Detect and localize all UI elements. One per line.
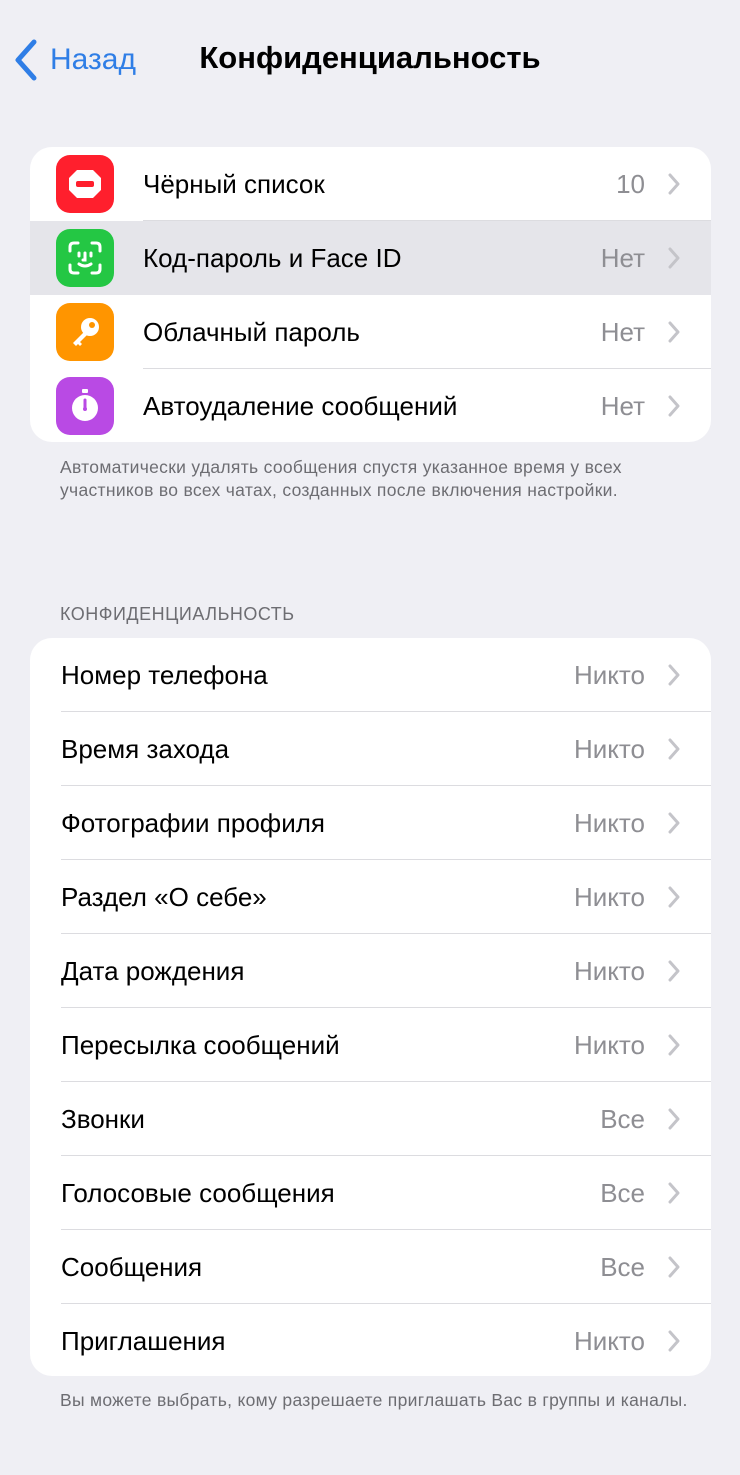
- bio-row[interactable]: Раздел «О себе» Никто: [30, 860, 711, 934]
- chevron-right-icon: [668, 1034, 680, 1056]
- row-label: Раздел «О себе»: [61, 881, 267, 912]
- row-label: Пересылка сообщений: [61, 1029, 340, 1060]
- chevron-right-icon: [668, 1108, 680, 1130]
- cloud-password-row[interactable]: Облачный пароль Нет: [30, 295, 711, 369]
- birthday-row[interactable]: Дата рождения Никто: [30, 934, 711, 1008]
- row-value: Никто: [573, 955, 645, 986]
- row-value: Никто: [573, 807, 645, 838]
- row-label: Облачный пароль: [143, 316, 360, 347]
- row-value: Нет: [600, 390, 645, 421]
- chevron-right-icon: [668, 321, 680, 343]
- invitations-row[interactable]: Приглашения Никто: [30, 1304, 711, 1376]
- row-label: Сообщения: [61, 1251, 203, 1282]
- chevron-right-icon: [668, 886, 680, 908]
- chevron-right-icon: [668, 395, 680, 417]
- navigation-bar: Назад Конфиденциальность: [0, 0, 740, 120]
- row-value: Все: [600, 1251, 645, 1282]
- forwarded-messages-row[interactable]: Пересылка сообщений Никто: [30, 1008, 711, 1082]
- key-icon: [56, 303, 114, 361]
- chevron-right-icon: [668, 247, 680, 269]
- passcode-face-id-row[interactable]: Код-пароль и Face ID Нет: [30, 221, 711, 295]
- row-label: Голосовые сообщения: [61, 1177, 335, 1208]
- row-value: Нет: [600, 316, 645, 347]
- auto-delete-row[interactable]: Автоудаление сообщений Нет: [30, 369, 711, 442]
- row-label: Фотографии профиля: [61, 807, 325, 838]
- row-value: 10: [616, 168, 645, 199]
- row-label: Номер телефона: [61, 659, 268, 690]
- blocked-list-row[interactable]: Чёрный список 10: [30, 147, 711, 221]
- chevron-right-icon: [668, 960, 680, 982]
- row-value: Все: [600, 1103, 645, 1134]
- chevron-right-icon: [668, 1256, 680, 1278]
- row-label: Дата рождения: [61, 955, 245, 986]
- chevron-right-icon: [668, 1182, 680, 1204]
- chevron-right-icon: [668, 1330, 680, 1352]
- row-label: Код-пароль и Face ID: [143, 242, 402, 273]
- privacy-group: Номер телефона Никто Время захода Никто …: [30, 638, 711, 1376]
- row-value: Никто: [573, 1325, 645, 1356]
- row-label: Приглашения: [61, 1325, 226, 1356]
- row-value: Никто: [573, 1029, 645, 1060]
- chevron-right-icon: [668, 738, 680, 760]
- phone-number-row[interactable]: Номер телефона Никто: [30, 638, 711, 712]
- security-group: Чёрный список 10 Код-пароль и Face ID Не…: [30, 147, 711, 442]
- face-id-icon: [56, 229, 114, 287]
- invitations-footer: Вы можете выбрать, кому разрешаете пригл…: [60, 1390, 688, 1410]
- privacy-section-header: КОНФИДЕНЦИАЛЬНОСТЬ: [60, 604, 295, 624]
- row-label: Автоудаление сообщений: [143, 390, 458, 421]
- row-label: Время захода: [61, 733, 230, 764]
- voice-messages-row[interactable]: Голосовые сообщения Все: [30, 1156, 711, 1230]
- row-value: Никто: [573, 659, 645, 690]
- timer-icon: [56, 377, 114, 435]
- row-label: Чёрный список: [143, 168, 325, 199]
- profile-photos-row[interactable]: Фотографии профиля Никто: [30, 786, 711, 860]
- row-value: Нет: [600, 242, 645, 273]
- chevron-right-icon: [668, 664, 680, 686]
- row-label: Звонки: [61, 1103, 145, 1134]
- blocked-icon: [56, 155, 114, 213]
- row-value: Никто: [573, 881, 645, 912]
- row-value: Все: [600, 1177, 645, 1208]
- chevron-right-icon: [668, 812, 680, 834]
- last-seen-row[interactable]: Время захода Никто: [30, 712, 711, 786]
- auto-delete-footer: Автоматически удалять сообщения спустя у…: [60, 457, 622, 500]
- messages-row[interactable]: Сообщения Все: [30, 1230, 711, 1304]
- chevron-right-icon: [668, 173, 680, 195]
- page-title: Конфиденциальность: [199, 40, 541, 75]
- calls-row[interactable]: Звонки Все: [30, 1082, 711, 1156]
- row-value: Никто: [573, 733, 645, 764]
